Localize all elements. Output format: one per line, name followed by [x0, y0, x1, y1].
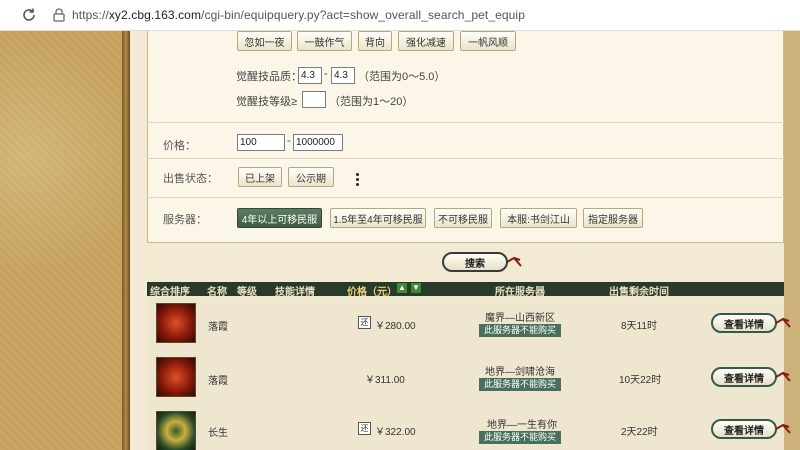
server-label: 服务器： [163, 214, 207, 226]
awaken-level-label: 觉醒技等级≥ [236, 96, 298, 108]
tassel-icon [775, 317, 791, 328]
table-row: 落霞 ￥311.00 地界—剑啸沧海 此服务器不能购买 10天22时 查看详情 [147, 351, 791, 407]
skill-button-3[interactable]: 背向 [358, 31, 392, 51]
server-option-non-migratable[interactable]: 不可移民服 [434, 208, 492, 228]
skill-button-2[interactable]: 一鼓作气 [297, 31, 352, 51]
reload-icon[interactable] [18, 4, 40, 26]
cannot-buy-badge: 此服务器不能购买 [479, 431, 562, 444]
header-skills: 技能详情 [275, 287, 315, 298]
bargain-icon: 还 [358, 422, 371, 435]
item-time-left: 10天22时 [619, 375, 662, 386]
cannot-buy-badge: 此服务器不能购买 [479, 324, 562, 337]
item-thumbnail[interactable] [156, 357, 196, 397]
server-option-4yr-plus[interactable]: 4年以上可移民服 [237, 208, 322, 228]
header-price[interactable]: 价格（元） [347, 283, 397, 298]
item-server: 地界—一生有你 [487, 420, 557, 431]
awaken-quality-max-input[interactable]: 4.3 [331, 67, 355, 84]
server-option-current[interactable]: 本服:书剑江山 [500, 208, 577, 228]
view-detail-button[interactable]: 查看详情 [711, 367, 777, 387]
skill-button-1[interactable]: 忽如一夜 [237, 31, 292, 51]
tassel-icon [775, 423, 791, 434]
item-name[interactable]: 长生 [208, 424, 228, 439]
header-time-left: 出售剩余时间 [609, 287, 669, 298]
sale-status-label: 出售状态： [163, 173, 218, 185]
price-max-input[interactable]: 1000000 [293, 134, 343, 151]
item-server: 地界—剑啸沧海 [485, 367, 555, 378]
divider [147, 158, 784, 159]
price-min-input[interactable]: 100 [237, 134, 285, 151]
view-detail-button[interactable]: 查看详情 [711, 313, 777, 333]
more-options-icon[interactable] [354, 171, 360, 189]
price-dash: - [287, 135, 291, 147]
item-time-left: 8天11时 [621, 321, 657, 332]
item-thumbnail[interactable] [156, 411, 196, 450]
table-row: 落霞 还 ￥280.00 魔界—山西新区 此服务器不能购买 8天11时 查看详情 [147, 297, 791, 353]
page-left-background [0, 31, 128, 450]
url-path: /cgi-bin/equipquery.py?act=show_overall_… [201, 8, 525, 22]
awaken-level-input[interactable] [302, 91, 326, 108]
bargain-icon: 还 [358, 316, 371, 329]
results-table-header: 综合排序 名称 等级 技能详情 价格（元） ▲ ▼ 所在服务器 出售剩余时间 [147, 282, 784, 298]
item-name[interactable]: 落霞 [208, 372, 228, 387]
url-field[interactable]: https://xy2.cbg.163.com/cgi-bin/equipque… [72, 8, 525, 22]
tassel-icon [775, 371, 791, 382]
awaken-quality-hint: （范围为0～5.0） [358, 71, 446, 83]
awaken-quality-min-input[interactable]: 4.3 [298, 67, 322, 84]
search-button[interactable]: 搜索 [442, 252, 508, 272]
header-name: 名称 [207, 287, 227, 298]
sort-up-icon[interactable]: ▲ [397, 283, 407, 293]
page-left-border [122, 31, 130, 450]
sort-down-icon[interactable]: ▼ [411, 283, 421, 293]
server-option-1-5-to-4yr[interactable]: 1.5年至4年可移民服 [330, 208, 426, 228]
awaken-level-hint: （范围为1～20） [329, 96, 414, 108]
item-time-left: 2天22时 [621, 427, 658, 438]
item-server: 魔界—山西新区 [485, 313, 555, 324]
page-right-background [784, 31, 800, 450]
view-detail-button[interactable]: 查看详情 [711, 419, 777, 439]
skill-button-4[interactable]: 强化减速 [398, 31, 454, 51]
site-info-icon[interactable] [52, 8, 66, 22]
awaken-quality-label: 觉醒技品质： [236, 71, 302, 83]
divider [147, 122, 784, 123]
skill-button-5[interactable]: 一帆风顺 [460, 31, 516, 51]
server-option-specify[interactable]: 指定服务器 [583, 208, 643, 228]
url-host: xy2.cbg.163.com [108, 8, 202, 22]
tassel-icon [506, 256, 522, 267]
url-scheme: https:// [72, 8, 109, 22]
status-public-period-button[interactable]: 公示期 [288, 167, 334, 187]
table-row: 长生 还 ￥322.00 地界—一生有你 此服务器不能购买 2天22时 查看详情 [147, 405, 791, 450]
price-label: 价格： [163, 140, 196, 152]
item-name[interactable]: 落霞 [208, 318, 228, 333]
divider [147, 197, 784, 198]
item-price: ￥322.00 [375, 427, 416, 438]
item-thumbnail[interactable] [156, 303, 196, 343]
browser-address-bar: https://xy2.cbg.163.com/cgi-bin/equipque… [0, 0, 800, 31]
cannot-buy-badge: 此服务器不能购买 [479, 378, 562, 391]
header-server: 所在服务器 [495, 287, 545, 298]
item-price: ￥280.00 [375, 321, 416, 332]
range-dash: - [324, 68, 328, 80]
header-sort[interactable]: 综合排序 [150, 283, 190, 298]
status-listed-button[interactable]: 已上架 [238, 167, 282, 187]
header-level: 等级 [237, 287, 257, 298]
item-price: ￥311.00 [365, 375, 405, 386]
